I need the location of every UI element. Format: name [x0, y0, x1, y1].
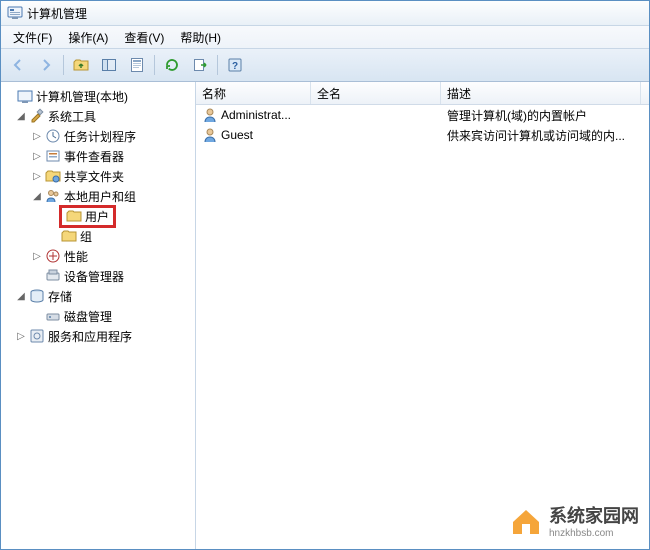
- tree-storage[interactable]: 存储: [27, 288, 74, 305]
- tree-system-tools[interactable]: 系统工具: [27, 108, 98, 125]
- toolbar-separator: [217, 55, 218, 75]
- cell-name: Guest: [196, 126, 311, 144]
- properties-button[interactable]: [124, 52, 150, 78]
- column-headers: 名称 全名 描述: [196, 82, 649, 105]
- expand-icon[interactable]: ▷: [31, 251, 43, 262]
- table-row[interactable]: Guest 供来宾访问计算机或访问域的内...: [196, 125, 649, 145]
- tree-disk-management[interactable]: 磁盘管理: [43, 308, 114, 325]
- watermark: 系统家园网 hnzkhbsb.com: [509, 502, 639, 539]
- user-icon: [202, 127, 218, 143]
- expand-icon[interactable]: ▷: [15, 331, 27, 342]
- column-full-name[interactable]: 全名: [311, 82, 441, 104]
- toolbar-separator: [154, 55, 155, 75]
- tree-local-users-groups[interactable]: 本地用户和组: [43, 188, 138, 205]
- export-list-button[interactable]: [187, 52, 213, 78]
- cell-description: 管理计算机(域)的内置帐户: [441, 106, 641, 125]
- tree-performance[interactable]: 性能: [43, 248, 90, 265]
- tree-event-viewer[interactable]: 事件查看器: [43, 148, 126, 165]
- cell-description: 供来宾访问计算机或访问域的内...: [441, 126, 641, 145]
- menubar: 文件(F) 操作(A) 查看(V) 帮助(H): [1, 26, 649, 49]
- help-button[interactable]: ?: [222, 52, 248, 78]
- tree-users[interactable]: 用户: [59, 205, 116, 228]
- titlebar: 计算机管理: [1, 1, 649, 26]
- column-name[interactable]: 名称: [196, 82, 311, 104]
- expand-icon[interactable]: ▷: [31, 131, 43, 142]
- show-hide-tree-button[interactable]: [96, 52, 122, 78]
- menu-action[interactable]: 操作(A): [60, 27, 116, 48]
- user-icon: [202, 107, 218, 123]
- cell-name: Administrat...: [196, 106, 311, 124]
- list-view: 名称 全名 描述 Administrat...管理计算机(域)的内置帐户Gues…: [196, 82, 649, 550]
- tree-root[interactable]: 计算机管理(本地): [15, 88, 130, 105]
- body: 计算机管理(本地) ◢系统工具 ▷任务计划程序 ▷事件查看器 ▷共享文件夹 ◢本…: [1, 82, 649, 550]
- toolbar-separator: [63, 55, 64, 75]
- window-title: 计算机管理: [27, 5, 87, 22]
- tree-shared-folders[interactable]: 共享文件夹: [43, 168, 126, 185]
- nav-tree[interactable]: 计算机管理(本地) ◢系统工具 ▷任务计划程序 ▷事件查看器 ▷共享文件夹 ◢本…: [1, 82, 196, 550]
- collapse-icon[interactable]: ◢: [15, 291, 27, 302]
- app-icon: [7, 5, 23, 21]
- tree-services-apps[interactable]: 服务和应用程序: [27, 328, 134, 345]
- table-row[interactable]: Administrat... 管理计算机(域)的内置帐户: [196, 105, 649, 125]
- house-icon: [509, 504, 543, 538]
- watermark-text: 系统家园网: [549, 502, 639, 528]
- tree-task-scheduler[interactable]: 任务计划程序: [43, 128, 138, 145]
- tree-groups[interactable]: 组: [59, 228, 94, 245]
- column-description[interactable]: 描述: [441, 82, 641, 104]
- up-level-button[interactable]: [68, 52, 94, 78]
- watermark-url: hnzkhbsb.com: [549, 528, 639, 539]
- svg-text:?: ?: [232, 61, 238, 72]
- toolbar: ?: [1, 49, 649, 82]
- menu-file[interactable]: 文件(F): [5, 27, 60, 48]
- collapse-icon[interactable]: ◢: [15, 111, 27, 122]
- back-button[interactable]: [5, 52, 31, 78]
- collapse-icon[interactable]: ◢: [31, 191, 43, 202]
- expand-icon[interactable]: ▷: [31, 151, 43, 162]
- app-window: 计算机管理 文件(F) 操作(A) 查看(V) 帮助(H) ? 计算机管理(本地…: [0, 0, 650, 550]
- menu-view[interactable]: 查看(V): [116, 27, 172, 48]
- cell-full-name: [311, 114, 441, 116]
- refresh-button[interactable]: [159, 52, 185, 78]
- cell-full-name: [311, 134, 441, 136]
- tree-device-manager[interactable]: 设备管理器: [43, 268, 126, 285]
- list-rows[interactable]: Administrat... 管理计算机(域)的内置帐户 Guest 供来宾访问计算机…: [196, 105, 649, 550]
- menu-help[interactable]: 帮助(H): [172, 27, 229, 48]
- expand-icon[interactable]: ▷: [31, 171, 43, 182]
- forward-button[interactable]: [33, 52, 59, 78]
